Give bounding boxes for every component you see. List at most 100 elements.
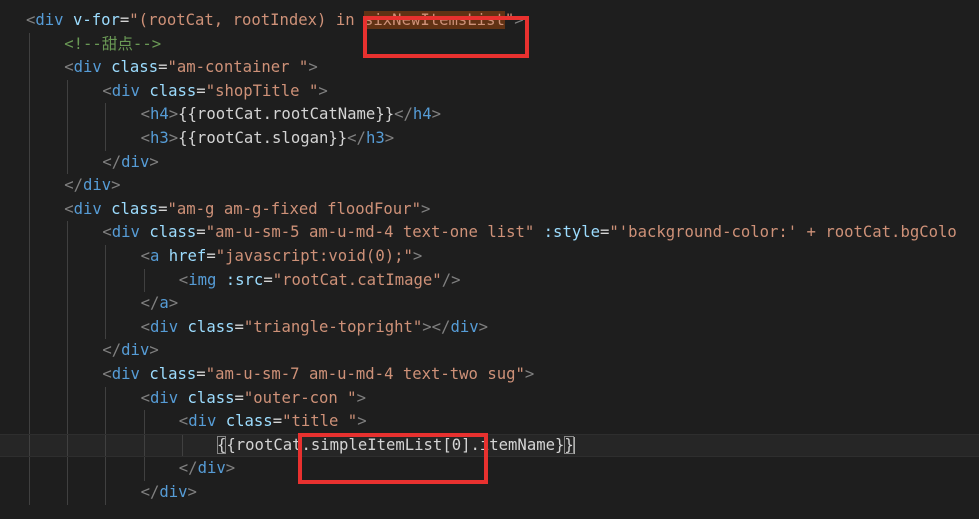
indent-guide <box>67 339 69 363</box>
indent-guide <box>29 79 30 104</box>
code-line[interactable]: </div> <box>0 457 979 481</box>
code-text: <img :src="rootCat.catImage"/> <box>179 269 461 293</box>
indent-guide <box>29 221 30 245</box>
indent-guide <box>29 32 30 57</box>
code-text: <h3>{{rootCat.slogan}}</h3> <box>141 127 395 151</box>
indent-guide <box>105 410 107 434</box>
code-token: = <box>263 270 273 289</box>
indent-guide <box>105 127 107 151</box>
code-line[interactable]: <div class="outer-con "> <box>0 386 979 411</box>
code-token: { <box>217 435 227 454</box>
code-token: "'background-color:' + rootCat.bgColo <box>609 223 957 242</box>
code-token: > <box>111 176 121 195</box>
code-token: > <box>478 317 489 336</box>
indent-guide <box>29 197 30 222</box>
code-token: < <box>178 412 189 431</box>
code-token: "javascript:void(0);" <box>215 247 413 265</box>
indent-guide <box>67 79 69 104</box>
code-token: > <box>149 341 159 360</box>
code-line[interactable]: <div class="triangle-topright"></div> <box>0 315 979 340</box>
indent-guide <box>67 434 69 457</box>
code-token: href <box>168 247 207 265</box>
code-line[interactable]: <div class="shopTitle "> <box>0 79 979 104</box>
code-line[interactable]: <a href="javascript:void(0);"> <box>0 245 979 269</box>
code-token: < <box>64 58 74 77</box>
code-token: = <box>234 317 244 336</box>
indent-guide <box>29 127 30 151</box>
code-line[interactable]: <h4>{{rootCat.rootCatName}}</h4> <box>0 103 979 127</box>
indent-guide <box>67 315 69 340</box>
indent-guide <box>105 457 107 481</box>
code-token: > <box>168 129 179 147</box>
code-token: > <box>318 81 328 100</box>
indent-guide <box>29 315 30 340</box>
code-text: <div class="am-container "> <box>64 56 318 80</box>
code-token: > <box>431 105 442 124</box>
indent-guide <box>29 410 30 434</box>
indent-guide <box>67 410 69 434</box>
code-token: a <box>159 294 169 313</box>
code-text: <div v-for="(rootCat, rootIndex) in sixN… <box>26 9 524 33</box>
code-token: class <box>187 317 235 336</box>
code-token: h4 <box>149 105 169 124</box>
code-token: <!--甜点--> <box>64 34 162 53</box>
code-token: < <box>26 11 36 29</box>
code-token: > <box>412 247 423 265</box>
code-token: class <box>111 58 159 77</box>
code-token: "am-u-sm-7 am-u-md-4 text-two sug" <box>205 365 525 383</box>
code-line[interactable]: <div v-for="(rootCat, rootIndex) in sixN… <box>0 9 979 33</box>
indent-guide <box>67 457 69 481</box>
code-token: div <box>82 176 112 195</box>
code-line[interactable]: <div class="am-u-sm-5 am-u-md-4 text-one… <box>0 221 979 245</box>
code-text: <h4>{{rootCat.rootCatName}}</h4> <box>141 103 441 127</box>
code-token: div <box>450 317 479 336</box>
code-line[interactable]: </div> <box>0 150 979 175</box>
code-token: " <box>504 11 515 29</box>
code-token: > <box>308 58 318 77</box>
code-token: a <box>149 247 160 265</box>
code-token: "am-g am-g-fixed floodFour" <box>167 199 421 218</box>
code-line[interactable]: <img :src="rootCat.catImage"/> <box>0 268 979 293</box>
code-text: <div class="shopTitle "> <box>102 80 327 104</box>
code-line[interactable]: <div class="am-container "> <box>0 56 979 80</box>
indent-guide <box>29 268 30 293</box>
code-token: </ <box>140 294 160 313</box>
code-token: "rootCat.catImage" <box>272 270 442 289</box>
code-line[interactable]: </a> <box>0 292 979 316</box>
code-token: div <box>188 412 217 431</box>
code-line[interactable]: </div> <box>0 339 979 363</box>
code-text: </div> <box>64 174 120 198</box>
indent-guide <box>105 103 107 127</box>
indent-guide <box>105 315 107 340</box>
code-token: </ <box>394 105 413 124</box>
code-line[interactable]: <div class="am-u-sm-7 am-u-md-4 text-two… <box>0 363 979 387</box>
code-token: h4 <box>412 105 432 124</box>
code-token: < <box>140 105 150 124</box>
code-token: class <box>187 388 235 407</box>
code-token: > <box>524 365 535 383</box>
code-token: < <box>64 199 74 218</box>
code-line[interactable]: </div> <box>0 481 979 505</box>
code-text: </a> <box>141 292 179 316</box>
code-token: </ <box>347 129 366 147</box>
code-editor[interactable]: <div v-for="(rootCat, rootIndex) in sixN… <box>0 0 979 519</box>
indent-guide <box>29 434 30 457</box>
indent-guide <box>67 481 69 505</box>
code-line[interactable]: <!--甜点--> <box>0 32 979 57</box>
code-line[interactable]: <h3>{{rootCat.slogan}}</h3> <box>0 127 979 151</box>
code-token: < <box>102 223 112 242</box>
code-token: div <box>111 223 140 242</box>
indent-guide <box>67 268 69 293</box>
code-line[interactable]: </div> <box>0 174 979 198</box>
code-token: div <box>35 11 64 29</box>
code-token: /> <box>441 270 461 289</box>
code-line[interactable]: <div class="am-g am-g-fixed floodFour"> <box>0 197 979 222</box>
code-line-active[interactable]: {{rootCat.simpleItemList[0].itemName}} <box>0 433 979 458</box>
code-line[interactable]: <div class="title "> <box>0 410 979 434</box>
